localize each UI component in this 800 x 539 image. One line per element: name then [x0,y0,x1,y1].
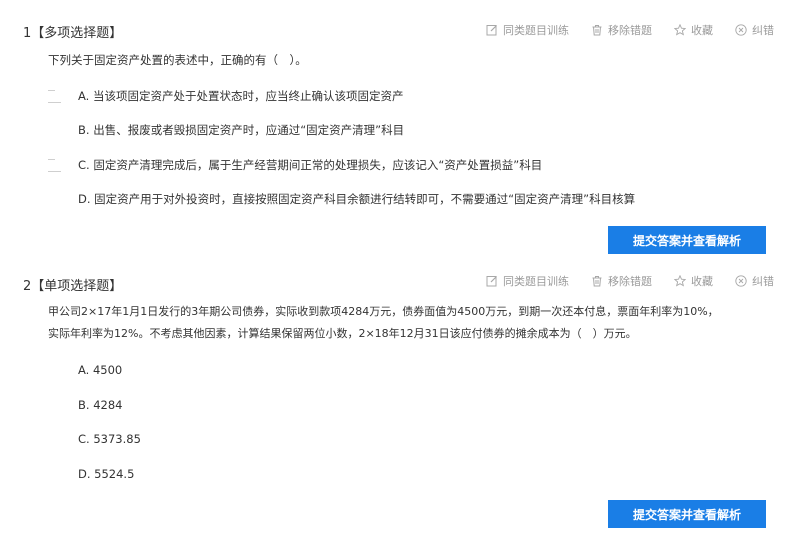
question-1-option-c[interactable]: C. 固定资产清理完成后，属于生产经营期间正常的处理损失，应该记入“资产处置损益… [48,155,768,175]
question-2-option-d[interactable]: D. 5524.5 [48,464,768,484]
favorite-label: 收藏 [691,24,713,37]
option-a-radio[interactable] [48,364,61,377]
train-similar-button[interactable]: 同类题目训练 [486,273,569,289]
option-b-text: B. 出售、报废或者毁损固定资产时，应通过“固定资产清理”科目 [78,123,405,137]
option-b-radio[interactable] [48,399,61,412]
option-d-radio[interactable] [48,468,61,481]
remove-wrong-label: 移除错题 [608,275,652,288]
favorite-button[interactable]: 收藏 [674,22,713,38]
train-similar-button[interactable]: 同类题目训练 [486,22,569,38]
question-1-option-d[interactable]: D. 固定资产用于对外投资时，直接按照固定资产科目余额进行结转即可，不需要通过“… [48,189,768,209]
option-d-text: D. 5524.5 [78,467,135,481]
report-error-label: 纠错 [752,275,774,288]
report-error-label: 纠错 [752,24,774,37]
question-2-stem-line-2: 实际年利率为12%。不考虑其他因素，计算结果保留两位小数，2×18年12月31日… [48,327,637,340]
remove-wrong-button[interactable]: 移除错题 [591,273,652,289]
trash-icon [592,276,602,287]
close-circle-icon [735,275,747,287]
question-2-stem-line-1: 甲公司2×17年1月1日发行的3年期公司债券，实际收到款项4284万元，债券面值… [48,305,719,318]
trash-icon [592,25,602,36]
report-error-button[interactable]: 纠错 [735,273,774,289]
close-circle-icon [735,24,747,36]
train-similar-label: 同类题目训练 [503,24,569,37]
favorite-button[interactable]: 收藏 [674,273,713,289]
option-d-checkbox[interactable] [48,193,61,206]
option-a-text: A. 当该项固定资产处于处置状态时，应当终止确认该项固定资产 [78,89,404,103]
star-icon [674,275,686,287]
question-2-option-c[interactable]: C. 5373.85 [48,429,768,449]
question-2-toolbar: 同类题目训练 移除错题 收藏 纠错 [464,273,774,289]
edit-icon [486,25,497,36]
remove-wrong-label: 移除错题 [608,24,652,37]
option-d-text: D. 固定资产用于对外投资时，直接按照固定资产科目余额进行结转即可，不需要通过“… [78,192,636,206]
star-icon [674,24,686,36]
question-1-header: 1【多项选择题】 [23,26,123,41]
option-b-checkbox[interactable] [48,124,61,137]
edit-icon [486,276,497,287]
favorite-label: 收藏 [691,275,713,288]
question-1-toolbar: 同类题目训练 移除错题 收藏 纠错 [464,22,774,38]
option-c-radio[interactable] [48,433,61,446]
report-error-button[interactable]: 纠错 [735,22,774,38]
option-c-text: C. 5373.85 [78,432,141,446]
question-2-header: 2【单项选择题】 [23,279,123,294]
option-a-text: A. 4500 [78,363,123,377]
option-a-checkbox[interactable] [48,89,61,103]
question-1-stem: 下列关于固定资产处置的表述中，正确的有（ ）。 [48,53,307,67]
question-2-option-a[interactable]: A. 4500 [48,360,768,380]
train-similar-label: 同类题目训练 [503,275,569,288]
question-2-submit-button[interactable]: 提交答案并查看解析 [608,500,766,528]
option-b-text: B. 4284 [78,398,123,412]
option-c-text: C. 固定资产清理完成后，属于生产经营期间正常的处理损失，应该记入“资产处置损益… [78,158,543,172]
option-c-checkbox[interactable] [48,158,61,172]
question-1-submit-button[interactable]: 提交答案并查看解析 [608,226,766,254]
question-2-option-b[interactable]: B. 4284 [48,395,768,415]
question-1-option-b[interactable]: B. 出售、报废或者毁损固定资产时，应通过“固定资产清理”科目 [48,120,768,140]
remove-wrong-button[interactable]: 移除错题 [591,22,652,38]
question-1-option-a[interactable]: A. 当该项固定资产处于处置状态时，应当终止确认该项固定资产 [48,86,768,106]
